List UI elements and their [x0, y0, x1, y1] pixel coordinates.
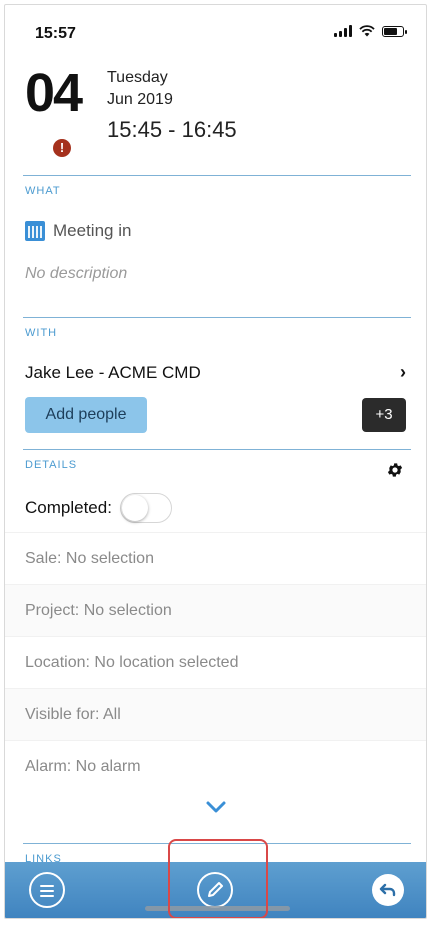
event-title: Meeting in: [53, 221, 132, 240]
chevron-down-icon[interactable]: [205, 800, 227, 814]
bottom-toolbar: [5, 862, 426, 918]
with-section-label: WITH: [25, 327, 58, 339]
status-bar: 15:57: [5, 5, 426, 55]
battery-icon: [382, 25, 407, 37]
add-people-button[interactable]: Add people: [25, 397, 147, 433]
alert-icon[interactable]: !: [53, 139, 71, 157]
event-weekday: Tuesday: [107, 69, 168, 86]
detail-field-row[interactable]: Sale: No selection: [5, 532, 426, 584]
undo-icon[interactable]: [372, 874, 404, 906]
home-indicator: [145, 906, 290, 911]
signal-icon: [334, 25, 352, 37]
details-divider: [23, 449, 411, 450]
calendar-icon: [25, 221, 45, 241]
completed-label: Completed:: [25, 498, 112, 517]
what-section-label: WHAT: [25, 185, 61, 197]
detail-field-row[interactable]: Alarm: No alarm: [5, 740, 426, 792]
detail-field-row[interactable]: Project: No selection: [5, 584, 426, 636]
with-divider: [23, 317, 411, 318]
detail-field-row[interactable]: Visible for: All: [5, 688, 426, 740]
event-month-year: Jun 2019: [107, 91, 173, 108]
status-icons: [334, 25, 407, 37]
event-date-header: 04 Tuesday Jun 2019 15:45 - 16:45 !: [25, 63, 415, 163]
app-screen: 15:57 04 Tuesday Jun 2019 15:45 - 16:45 …: [4, 4, 427, 919]
detail-field-row[interactable]: Location: No location selected: [5, 636, 426, 688]
completed-toggle[interactable]: [119, 493, 172, 523]
completed-row: Completed:: [25, 493, 172, 523]
gear-icon[interactable]: [386, 461, 404, 479]
links-divider: [23, 843, 411, 844]
what-title-row[interactable]: Meeting in: [25, 221, 131, 241]
menu-icon[interactable]: [29, 872, 65, 908]
edit-icon[interactable]: [197, 872, 233, 908]
details-section-label: DETAILS: [25, 459, 78, 471]
chevron-right-icon[interactable]: ›: [400, 362, 406, 383]
event-time-range[interactable]: 15:45 - 16:45: [107, 117, 237, 143]
what-divider: [23, 175, 411, 176]
wifi-icon: [359, 25, 375, 37]
status-time: 15:57: [35, 25, 76, 42]
event-description[interactable]: No description: [25, 265, 127, 283]
contact-name[interactable]: Jake Lee - ACME CMD: [25, 363, 201, 383]
extra-participants-badge[interactable]: +3: [362, 398, 406, 432]
event-day-number: 04: [25, 63, 83, 123]
